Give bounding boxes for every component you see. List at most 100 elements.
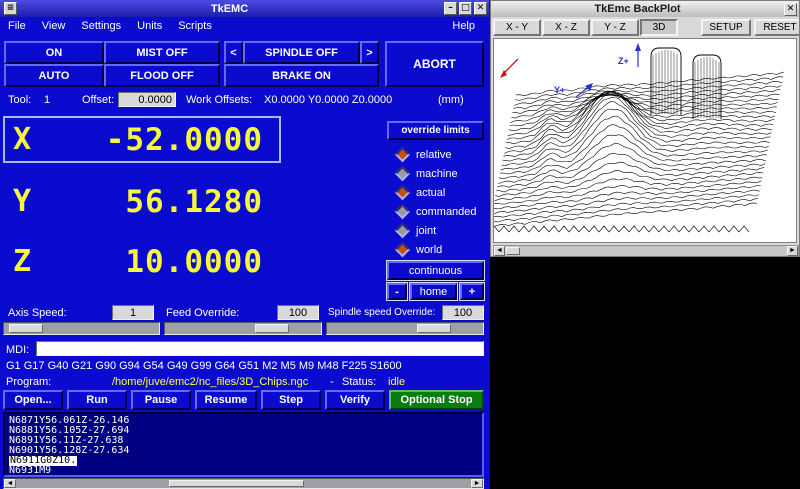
- optional-stop-button[interactable]: Optional Stop: [389, 390, 484, 410]
- status-value: idle: [388, 376, 405, 388]
- offset-label: Offset:: [82, 94, 114, 106]
- backplot-scroll-left-icon[interactable]: ◄: [494, 246, 505, 256]
- tab-xz[interactable]: X - Z: [542, 19, 590, 36]
- backplot-scrollbar[interactable]: ◄ ►: [493, 245, 799, 257]
- program-label: Program:: [6, 376, 51, 388]
- scroll-left-icon[interactable]: ◄: [4, 479, 16, 488]
- abort-button[interactable]: ABORT: [385, 41, 484, 87]
- flood-button[interactable]: FLOOD OFF: [104, 64, 220, 87]
- radio-diamond-joint[interactable]: [395, 223, 411, 239]
- radio-diamond-machine[interactable]: [395, 166, 411, 182]
- override-limits-button[interactable]: override limits: [387, 121, 484, 140]
- backplot-canvas[interactable]: Y+ Z+: [493, 38, 797, 243]
- mdi-label: MDI:: [6, 344, 29, 356]
- axis-speed-slider[interactable]: [3, 322, 160, 335]
- program-separator: -: [330, 376, 334, 388]
- radio-machine[interactable]: machine: [397, 166, 458, 181]
- menu-file[interactable]: File: [8, 20, 26, 32]
- spindle-increase-button[interactable]: >: [360, 41, 379, 64]
- verify-button[interactable]: Verify: [325, 390, 385, 410]
- spindle-decrease-button[interactable]: <: [224, 41, 243, 64]
- axis-speed-slider-thumb[interactable]: [9, 324, 43, 333]
- tab-reset[interactable]: RESET: [754, 19, 800, 36]
- toolpath-wireframe: [494, 48, 784, 232]
- tkemc-window-title: TkEMC: [17, 3, 442, 15]
- jog-plus-button[interactable]: +: [460, 283, 484, 300]
- menu-scripts[interactable]: Scripts: [178, 20, 212, 32]
- backplot-window-title: TkEmc BackPlot: [493, 3, 782, 15]
- menu-units[interactable]: Units: [137, 20, 162, 32]
- radio-world[interactable]: world: [397, 242, 442, 257]
- backplot-close-icon[interactable]: ✕: [784, 3, 797, 16]
- radio-diamond-commanded[interactable]: [395, 204, 411, 220]
- radio-joint[interactable]: joint: [397, 223, 436, 238]
- radio-label-actual: actual: [416, 187, 445, 199]
- menu-settings[interactable]: Settings: [81, 20, 121, 32]
- mode-auto-button[interactable]: AUTO: [4, 64, 104, 87]
- jog-mode-select[interactable]: continuous: [387, 261, 484, 280]
- feed-override-slider-thumb[interactable]: [255, 324, 289, 333]
- active-gcodes: G1 G17 G40 G21 G90 G94 G54 G49 G99 G64 G…: [6, 360, 402, 372]
- close-icon[interactable]: ✕: [474, 2, 487, 15]
- pause-button[interactable]: Pause: [131, 390, 191, 410]
- program-path: /home/juve/emc2/nc_files/3D_Chips.ngc: [112, 376, 308, 388]
- radio-label-joint: joint: [416, 225, 436, 237]
- listing-scrollbar-thumb[interactable]: [169, 480, 304, 487]
- home-button[interactable]: home: [410, 283, 457, 300]
- open-button[interactable]: Open...: [3, 390, 63, 410]
- menu-view[interactable]: View: [42, 20, 66, 32]
- brake-button[interactable]: BRAKE ON: [224, 64, 379, 87]
- scroll-right-icon[interactable]: ►: [471, 479, 483, 488]
- program-listing[interactable]: N6871Y56.061Z-26.146 N6881Y56.105Z-27.69…: [3, 412, 484, 477]
- run-button[interactable]: Run: [67, 390, 127, 410]
- backplot-scrollbar-thumb[interactable]: [506, 247, 520, 255]
- desktop: ≡ TkEMC – □ ✕ File View Settings Units S…: [0, 0, 800, 489]
- spindle-override-label: Spindle speed Override:: [328, 307, 435, 318]
- status-label: Status:: [342, 376, 376, 388]
- window-menu-icon[interactable]: ≡: [4, 2, 17, 15]
- tab-setup[interactable]: SETUP: [701, 19, 751, 36]
- minimize-icon[interactable]: –: [444, 2, 457, 15]
- maximize-icon[interactable]: □: [459, 2, 472, 15]
- radio-diamond-actual[interactable]: [395, 185, 411, 201]
- radio-commanded[interactable]: commanded: [397, 204, 477, 219]
- dro-row-z: Z 10.0000: [3, 238, 281, 285]
- spindle-override-slider-thumb[interactable]: [417, 324, 451, 333]
- backplot-scroll-right-icon[interactable]: ►: [787, 246, 798, 256]
- machine-on-button[interactable]: ON: [4, 41, 104, 64]
- axis-speed-value: 1: [112, 305, 154, 320]
- resume-button[interactable]: Resume: [195, 390, 257, 410]
- dro-value-x: -52.0000: [69, 122, 279, 158]
- menu-help[interactable]: Help: [452, 20, 475, 32]
- feed-override-slider[interactable]: [164, 322, 322, 335]
- tab-3d[interactable]: 3D: [640, 19, 678, 36]
- radio-label-relative: relative: [416, 149, 451, 161]
- z-axis-arrow-icon: [635, 43, 641, 51]
- work-offsets-label: Work Offsets:: [186, 94, 252, 106]
- radio-diamond-relative[interactable]: [395, 147, 411, 163]
- spindle-override-slider[interactable]: [326, 322, 484, 335]
- dro-axis-letter-x: X: [5, 122, 69, 157]
- backplot-window: TkEmc BackPlot ✕ X - Y X - Z Y - Z 3D SE…: [490, 0, 800, 257]
- program-line: N6901Y56.128Z-27.634: [9, 446, 478, 456]
- units-label: (mm): [438, 94, 464, 106]
- radio-relative[interactable]: relative: [397, 147, 451, 162]
- work-offsets-value: X0.0000 Y0.0000 Z0.0000: [264, 94, 392, 106]
- dro-axis-letter-z: Z: [5, 244, 69, 279]
- dro-value-y: 56.1280: [69, 184, 279, 220]
- mist-button[interactable]: MIST OFF: [104, 41, 220, 64]
- tkemc-window: ≡ TkEMC – □ ✕ File View Settings Units S…: [0, 0, 490, 489]
- mdi-input[interactable]: [36, 341, 484, 356]
- tab-xy[interactable]: X - Y: [493, 19, 541, 36]
- spindle-button[interactable]: SPINDLE OFF: [243, 41, 360, 64]
- z-axis-label: Z+: [618, 56, 629, 66]
- radio-actual[interactable]: actual: [397, 185, 445, 200]
- step-button[interactable]: Step: [261, 390, 321, 410]
- radio-diamond-world[interactable]: [395, 242, 411, 258]
- listing-scrollbar[interactable]: ◄ ►: [3, 478, 484, 489]
- jog-minus-button[interactable]: -: [387, 283, 407, 300]
- offset-entry[interactable]: 0.0000: [118, 92, 176, 107]
- dro-value-z: 10.0000: [69, 244, 279, 280]
- spindle-override-value: 100: [442, 305, 484, 320]
- tab-yz[interactable]: Y - Z: [591, 19, 639, 36]
